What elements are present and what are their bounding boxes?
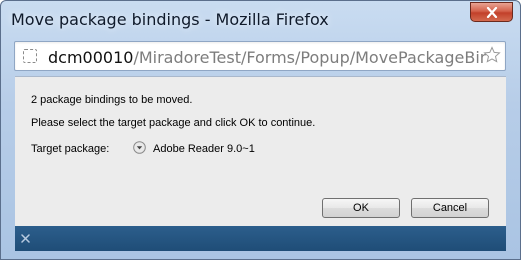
url-path: /MiradoreTest/Forms/Popup/MovePackageBin… bbox=[133, 48, 486, 67]
ok-button[interactable]: OK bbox=[322, 198, 400, 218]
instruction-text: Please select the target package and cli… bbox=[31, 117, 316, 129]
close-icon bbox=[486, 6, 497, 18]
page-icon bbox=[23, 49, 37, 63]
dropdown-icon[interactable] bbox=[133, 141, 146, 154]
cancel-button[interactable]: Cancel bbox=[411, 198, 489, 218]
target-package-label: Target package: bbox=[31, 143, 110, 155]
url-host: dcm00010 bbox=[48, 48, 134, 67]
window-close-button[interactable] bbox=[470, 2, 513, 22]
browser-popup-window: Move package bindings - Mozilla Firefox … bbox=[0, 0, 521, 260]
bindings-count-message: 2 package bindings to be moved. bbox=[31, 94, 193, 106]
title-bar[interactable]: Move package bindings - Mozilla Firefox bbox=[1, 1, 520, 37]
star-icon[interactable] bbox=[483, 46, 501, 64]
address-bar[interactable]: dcm00010/MiradoreTest/Forms/Popup/MovePa… bbox=[14, 41, 506, 71]
url-text[interactable]: dcm00010/MiradoreTest/Forms/Popup/MovePa… bbox=[48, 48, 486, 67]
status-bar bbox=[15, 226, 506, 251]
window-title: Move package bindings - Mozilla Firefox bbox=[11, 10, 329, 29]
dialog-content: 2 package bindings to be moved. Please s… bbox=[15, 76, 506, 226]
close-icon[interactable] bbox=[21, 234, 30, 243]
target-package-value[interactable]: Adobe Reader 9.0~1 bbox=[153, 143, 255, 155]
